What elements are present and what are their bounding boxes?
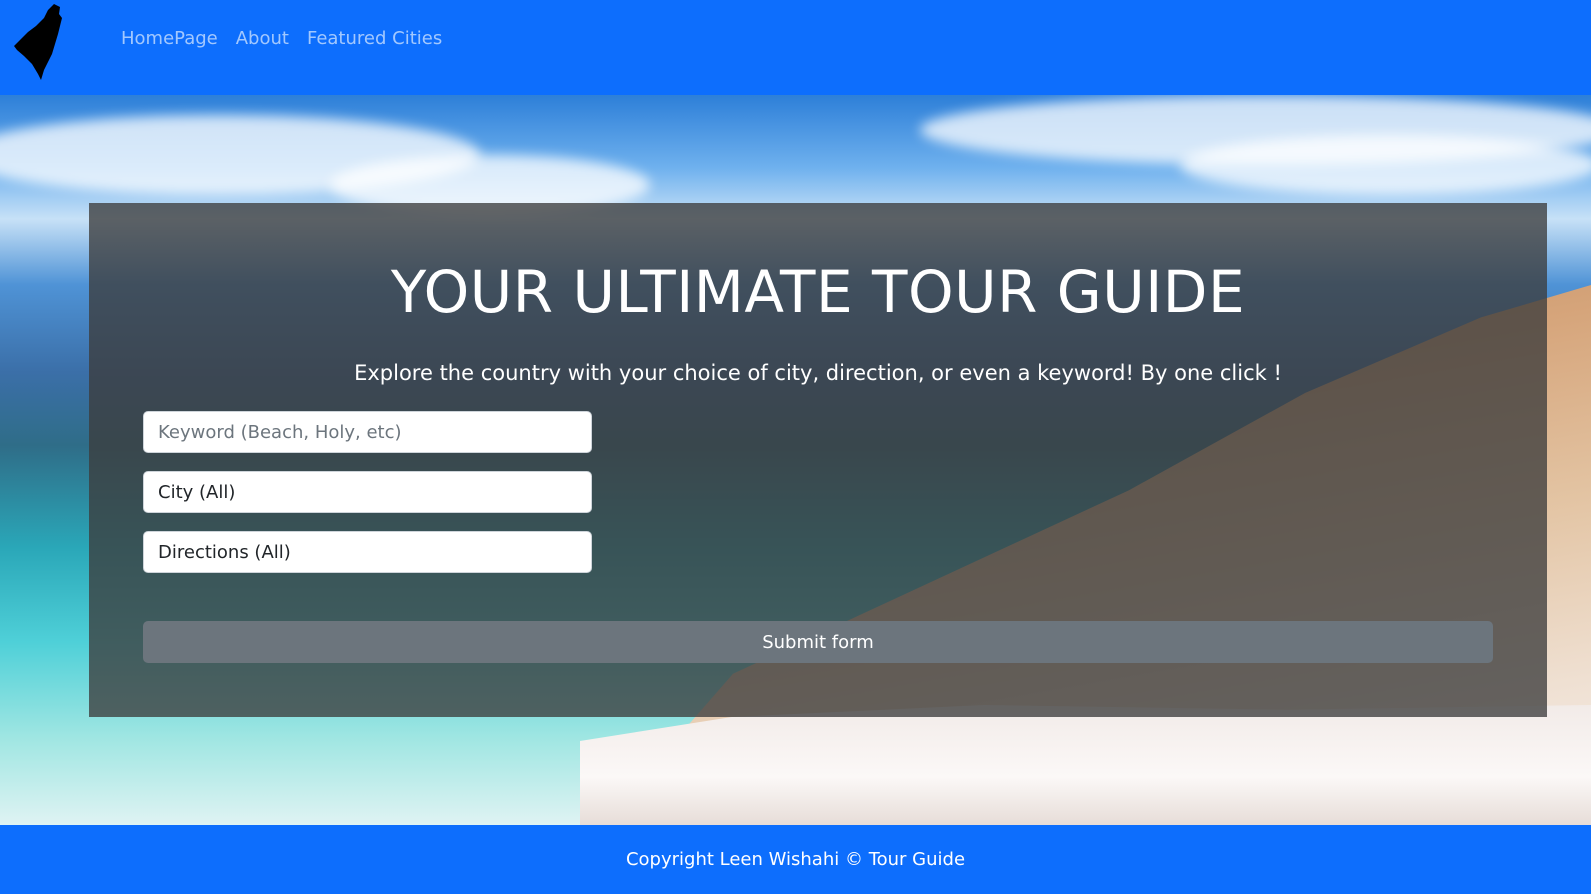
search-card: YOUR ULTIMATE TOUR GUIDE Explore the cou… bbox=[89, 203, 1547, 717]
direction-select-value: Directions (All) bbox=[158, 541, 291, 563]
cloud-decoration bbox=[1180, 135, 1591, 195]
submit-button[interactable]: Submit form bbox=[143, 621, 1493, 663]
direction-select[interactable]: Directions (All) bbox=[143, 531, 592, 573]
map-silhouette-icon[interactable] bbox=[14, 4, 66, 80]
nav-links: HomePage About Featured Cities bbox=[121, 28, 460, 49]
hero-subtitle: Explore the country with your choice of … bbox=[354, 361, 1282, 385]
navbar: HomePage About Featured Cities bbox=[0, 0, 1591, 95]
nav-link-featured-cities[interactable]: Featured Cities bbox=[307, 28, 442, 49]
footer: Copyright Leen Wishahi © Tour Guide bbox=[0, 825, 1591, 894]
nav-link-about[interactable]: About bbox=[236, 28, 289, 49]
city-select-value: City (All) bbox=[158, 481, 236, 503]
keyword-input[interactable] bbox=[143, 411, 592, 453]
nav-link-homepage[interactable]: HomePage bbox=[121, 28, 218, 49]
salt-shore-decoration bbox=[580, 705, 1591, 825]
footer-copyright: Copyright Leen Wishahi © Tour Guide bbox=[625, 849, 966, 870]
city-select[interactable]: City (All) bbox=[143, 471, 592, 513]
page: HomePage About Featured Cities YOUR ULTI… bbox=[0, 0, 1591, 894]
hero-title: YOUR ULTIMATE TOUR GUIDE bbox=[390, 258, 1246, 326]
